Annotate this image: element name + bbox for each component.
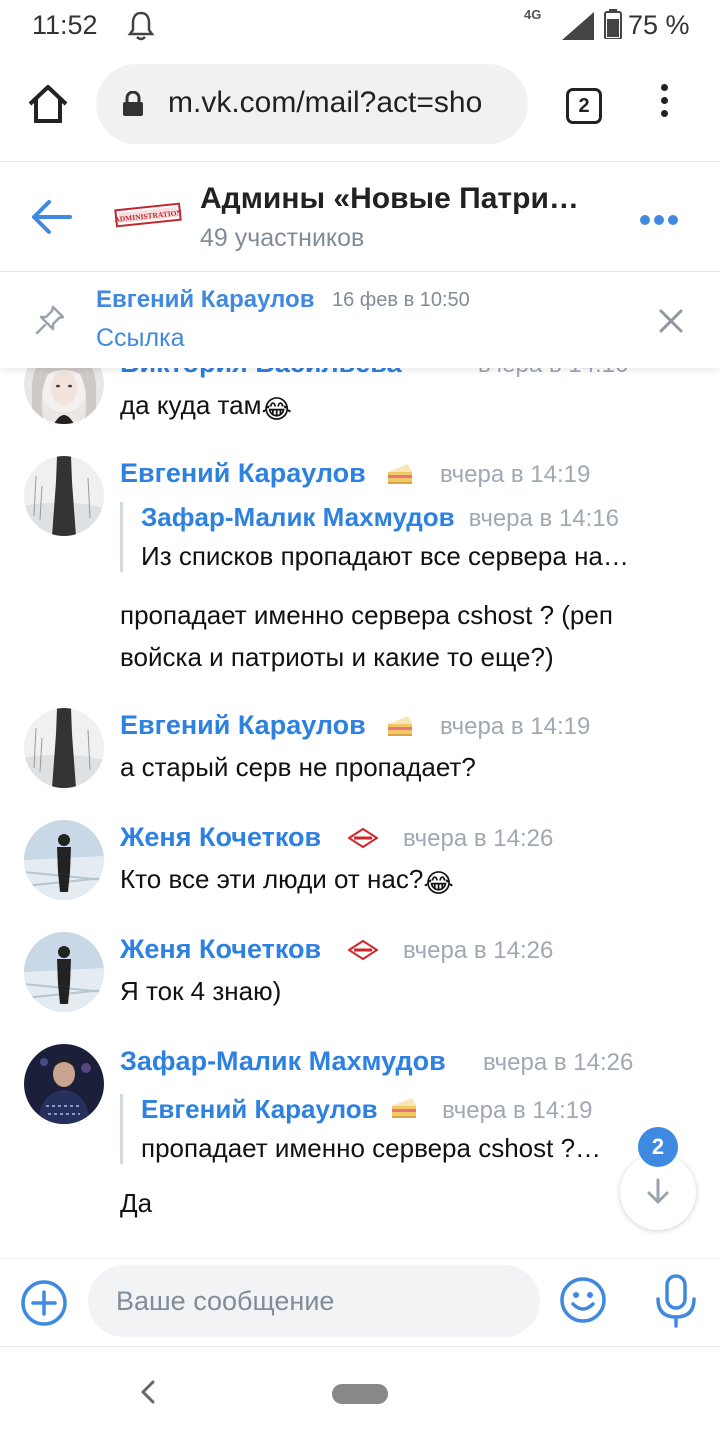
pinned-message-bar[interactable]: Евгений Караулов 16 фев в 10:50 Ссылка xyxy=(0,272,720,368)
home-icon[interactable] xyxy=(26,82,70,126)
chat-avatar-logo[interactable]: ADMINISTRATION xyxy=(113,200,183,230)
avatar[interactable] xyxy=(24,932,104,1012)
add-attachment-icon[interactable] xyxy=(20,1279,68,1327)
message-composer xyxy=(0,1258,720,1346)
cake-icon xyxy=(388,464,412,484)
browser-menu-icon[interactable] xyxy=(650,84,678,124)
message-text: а старый серв не пропадает? xyxy=(120,752,476,782)
message-list[interactable]: Виктория Васильева вчера в 14:16 да куда… xyxy=(0,340,720,1260)
quoted-text: Из списков пропадают все сервера на… xyxy=(141,541,629,571)
message-author[interactable]: Евгений Караулов xyxy=(120,710,366,741)
battery-icon xyxy=(604,9,622,39)
status-time: 11:52 xyxy=(32,10,98,40)
emoji-smile-icon[interactable] xyxy=(558,1275,608,1325)
microphone-icon[interactable] xyxy=(654,1273,698,1329)
chat-title[interactable]: Админы «Новые Патри… xyxy=(200,182,579,216)
unread-count-badge[interactable]: 2 xyxy=(638,1127,678,1167)
laughing-emoji: 😂 xyxy=(423,868,454,898)
nav-home-pill[interactable] xyxy=(332,1384,388,1404)
nav-back-icon[interactable] xyxy=(138,1379,158,1405)
message-text: Кто все эти люди от нас?😂 xyxy=(120,858,454,904)
spartak-icon xyxy=(348,940,378,960)
laughing-emoji: 😂 xyxy=(261,394,292,424)
quoted-author: Зафар-Малик Махмудов xyxy=(141,502,455,532)
arrow-down-icon xyxy=(647,1178,669,1204)
pinned-time: 16 фев в 10:50 xyxy=(332,289,470,311)
chat-header: ADMINISTRATION Админы «Новые Патри… 49 у… xyxy=(0,162,720,272)
message-time: вчера в 14:26 xyxy=(403,937,554,964)
message-input[interactable] xyxy=(88,1265,540,1337)
close-icon[interactable] xyxy=(658,308,684,334)
status-bar: 11:52 4G 75 % xyxy=(0,0,720,52)
message-time: вчера в 14:26 xyxy=(483,1049,634,1076)
quoted-author: Евгений Караулов xyxy=(141,1094,378,1124)
avatar[interactable] xyxy=(24,1044,104,1124)
message-text: Да xyxy=(120,1188,153,1218)
participants-count: 49 участников xyxy=(200,224,365,252)
quoted-message[interactable]: Евгений Караулов вчера в 14:19 пропадает… xyxy=(120,1094,650,1164)
back-arrow-icon[interactable] xyxy=(30,198,72,236)
message-author[interactable]: Женя Кочетков xyxy=(120,934,321,965)
quoted-message[interactable]: Зафар-Малик Махмудов вчера в 14:16 Из спи… xyxy=(120,502,695,572)
quoted-time: вчера в 14:19 xyxy=(442,1097,593,1124)
lock-icon xyxy=(123,91,143,116)
more-options-icon[interactable] xyxy=(640,212,688,225)
battery-percent: 75 % xyxy=(628,10,690,40)
avatar[interactable] xyxy=(24,820,104,900)
message-time: вчера в 14:19 xyxy=(440,461,591,488)
pinned-link[interactable]: Ссылка xyxy=(96,324,185,353)
address-bar[interactable]: m.vk.com/mail?act=sho xyxy=(96,64,528,144)
quoted-text: пропадает именно сервера cshost ?… xyxy=(141,1133,602,1163)
message-text: пропадает именно сервера cshost ? (реп в… xyxy=(120,600,613,672)
signal-icon xyxy=(562,12,594,40)
url-text: m.vk.com/mail?act=sho xyxy=(168,86,483,119)
system-navigation-bar xyxy=(0,1346,720,1440)
message-author[interactable]: Зафар-Малик Махмудов xyxy=(120,1046,446,1077)
browser-toolbar: m.vk.com/mail?act=sho 2 xyxy=(0,52,720,162)
message-text: Я ток 4 знаю) xyxy=(120,976,282,1006)
spartak-icon xyxy=(348,828,378,848)
avatar[interactable] xyxy=(24,456,104,536)
cake-icon xyxy=(392,1098,417,1118)
tab-switcher-button[interactable]: 2 xyxy=(566,88,602,124)
network-type-label: 4G xyxy=(524,7,542,22)
message-time: вчера в 14:26 xyxy=(403,825,554,852)
pinned-author: Евгений Караулов xyxy=(96,286,315,313)
message-time: вчера в 14:19 xyxy=(440,713,591,740)
bell-icon xyxy=(127,11,155,41)
message-author[interactable]: Женя Кочетков xyxy=(120,822,321,853)
message-author[interactable]: Евгений Караулов xyxy=(120,458,366,489)
pin-icon xyxy=(35,305,65,335)
cake-icon xyxy=(388,716,412,736)
quoted-time: вчера в 14:16 xyxy=(468,505,620,532)
message-text: да куда там😂 xyxy=(120,384,292,430)
avatar[interactable] xyxy=(24,708,104,788)
